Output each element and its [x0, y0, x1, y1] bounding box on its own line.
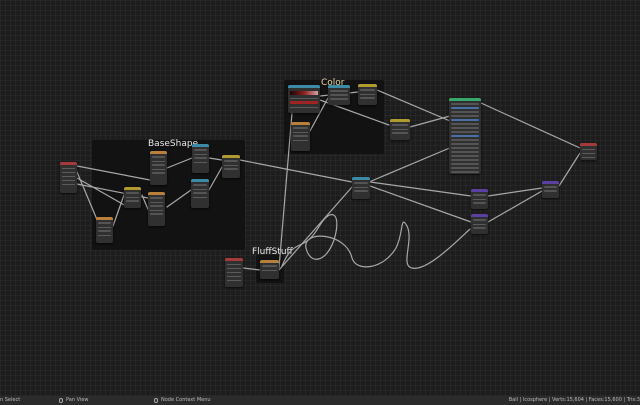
vector-node-b[interactable] — [471, 214, 488, 234]
context-menu-hint: Node Context Menu — [161, 397, 211, 403]
color-mix-node-c[interactable] — [358, 84, 377, 105]
color-mix-node-d[interactable] — [390, 119, 410, 140]
texture-node-a[interactable] — [96, 217, 113, 243]
node-header — [60, 162, 77, 165]
node-header — [225, 258, 243, 261]
color-mix-node-b[interactable] — [222, 155, 240, 178]
frame-baseshape-label: BaseShape — [148, 139, 199, 149]
texture-node-c[interactable] — [148, 192, 165, 226]
node-header — [150, 151, 167, 154]
texture-node-d[interactable] — [291, 122, 310, 151]
node-header — [328, 85, 350, 88]
node-header — [580, 143, 597, 146]
frame-fluffstuff-label: FluffStuff — [252, 247, 293, 257]
color-ramp-swatch[interactable] — [290, 101, 318, 104]
node-header — [352, 177, 370, 180]
node-header — [148, 192, 165, 195]
node-header — [471, 189, 488, 192]
texture-node-b[interactable] — [150, 151, 167, 185]
node-header — [222, 155, 240, 158]
node-header — [96, 217, 113, 220]
pan-hint: Pan View — [66, 397, 89, 403]
node-header — [542, 181, 559, 184]
node-header — [192, 144, 209, 147]
converter-node-b[interactable] — [191, 179, 209, 208]
node-header — [471, 214, 488, 217]
input-node-texture-coordinate[interactable] — [60, 162, 77, 193]
principled-bsdf-node[interactable] — [449, 98, 481, 174]
converter-node-d[interactable] — [352, 177, 370, 199]
color-ramp-gradient[interactable] — [290, 91, 318, 95]
mouse-right-icon — [154, 398, 158, 403]
node-header — [291, 122, 310, 125]
texture-node-fluff[interactable] — [260, 260, 279, 279]
color-ramp-node[interactable] — [288, 85, 320, 113]
node-header — [260, 260, 279, 263]
node-header — [191, 179, 209, 182]
status-bar: n Select Pan View Node Context Menu Ball… — [0, 396, 640, 405]
node-header — [449, 98, 481, 101]
node-header — [358, 84, 377, 87]
vector-node-c[interactable] — [542, 181, 559, 198]
converter-node-c[interactable] — [328, 85, 350, 105]
node-header — [390, 119, 410, 122]
node-header — [288, 85, 320, 88]
converter-node-a[interactable] — [192, 144, 209, 173]
color-mix-node-a[interactable] — [124, 187, 141, 208]
select-hint: n Select — [0, 397, 21, 403]
node-header — [124, 187, 141, 190]
vector-node-a[interactable] — [471, 189, 488, 209]
material-output-node[interactable] — [580, 143, 597, 160]
mouse-middle-icon — [59, 398, 63, 403]
input-node-b[interactable] — [225, 258, 243, 287]
scene-stats: Ball | Icosphere | Verts:15,604 | Faces:… — [508, 397, 640, 403]
